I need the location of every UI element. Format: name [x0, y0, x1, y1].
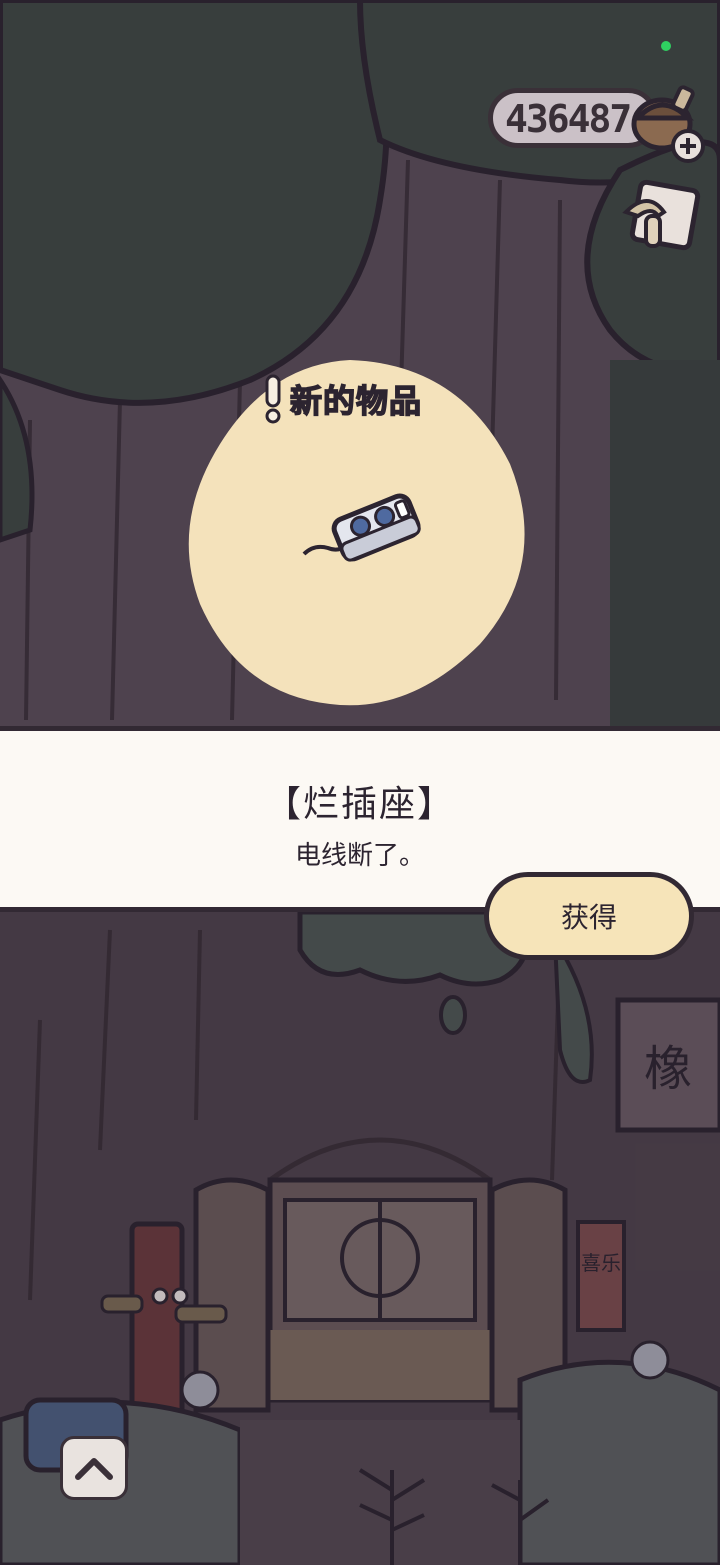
item-description: 电线断了。 [294, 841, 425, 871]
obtain-button[interactable]: 获得 [484, 872, 694, 960]
new-item-banner: 新的物品 [262, 374, 422, 424]
new-item-label: 新的物品 [289, 381, 423, 421]
collapse-button[interactable] [60, 1436, 128, 1500]
lantern-text: 喜乐 [581, 1251, 621, 1275]
acorn-count: 436487 [505, 97, 632, 141]
power-strip-icon [302, 493, 421, 562]
shop-sign-text: 橡 [644, 1041, 692, 1097]
postcard-icon[interactable] [618, 176, 704, 260]
status-dot [661, 41, 671, 51]
item-name: 【烂插座】 [264, 784, 455, 825]
acorn-plus-icon[interactable] [618, 74, 710, 166]
exclamation-icon [265, 374, 281, 424]
chevron-up-icon [75, 1458, 113, 1480]
